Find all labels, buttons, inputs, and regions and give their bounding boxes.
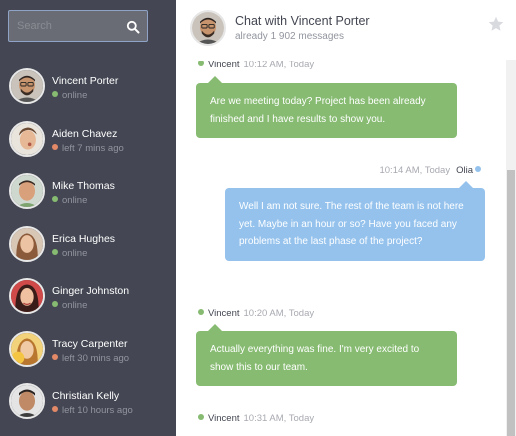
- message-bubble: Well I am not sure. The rest of the team…: [225, 181, 485, 261]
- message-author: Vincent: [208, 60, 240, 70]
- person-status: left 7 mins ago: [52, 143, 124, 154]
- person-item-ginger-johnston[interactable]: Ginger Johnston online: [0, 274, 176, 327]
- status-dot: [198, 309, 204, 315]
- status-dot: [52, 301, 58, 307]
- status-dot: [198, 61, 204, 66]
- search-box: [8, 10, 148, 42]
- status-dot: [52, 196, 58, 202]
- avatar: [9, 173, 45, 209]
- person-item-mike-thomas[interactable]: Mike Thomas online: [0, 169, 176, 222]
- message-meta: Vincent 10:12 AM, Today: [198, 60, 315, 70]
- chat-history: Vincent 10:12 AM, Today Are we meeting to…: [176, 60, 516, 436]
- message-time: 10:14 AM, Today: [379, 165, 451, 176]
- message-meta: 10:14 AM, Today Olia: [379, 165, 481, 176]
- message-bubble: Are we meeting today? Project has been a…: [196, 76, 457, 138]
- person-item-erica-hughes[interactable]: Erica Hughes online: [0, 222, 176, 275]
- scroll-thumb[interactable]: [507, 170, 515, 436]
- status-dot: [52, 143, 58, 150]
- chat-header: Chat with Vincent Porter already 1 902 m…: [176, 0, 516, 60]
- message-author: Vincent: [208, 308, 240, 319]
- message-bubble: Actually everything was fine. I'm very e…: [196, 324, 457, 386]
- avatar: [9, 68, 45, 104]
- person-name: Erica Hughes: [52, 232, 116, 245]
- status-text: left 10 hours ago: [62, 405, 133, 416]
- person-item-vincent-porter[interactable]: Vincent Porter online: [0, 64, 176, 117]
- person-status: online: [52, 90, 87, 101]
- person-status: left 10 hours ago: [52, 405, 133, 416]
- person-name: Christian Kelly: [52, 390, 120, 402]
- avatar: [190, 10, 226, 46]
- person-item-tracy-carpenter[interactable]: Tracy Carpenter left 30 mins ago: [0, 327, 176, 380]
- person-item-christian-kelly[interactable]: Christian Kelly left 10 hours ago: [0, 379, 176, 432]
- status-text: left 30 mins ago: [62, 352, 130, 364]
- person-status: left 30 mins ago: [52, 353, 129, 364]
- status-dot: [52, 91, 58, 97]
- status-text: online: [62, 195, 88, 206]
- person-name: Vincent Porter: [52, 75, 119, 87]
- message-author: Olia: [456, 165, 473, 176]
- avatar: [9, 225, 45, 262]
- people-list: Vincent Porter online Aiden Chavez left …: [0, 64, 176, 432]
- person-status: online: [52, 248, 87, 259]
- avatar: [9, 120, 45, 157]
- person-name: Tracy Carpenter: [52, 337, 128, 350]
- status-dot: [198, 414, 204, 420]
- status-dot: [52, 406, 58, 412]
- person-status: online: [52, 300, 87, 311]
- message-meta: Vincent 10:31 AM, Today: [198, 413, 314, 424]
- status-dot: [475, 166, 481, 172]
- chat-scrollbar[interactable]: [506, 60, 516, 436]
- chat-panel: Chat with Vincent Porter already 1 902 m…: [176, 0, 516, 436]
- message-time: 10:31 AM, Today: [243, 413, 315, 424]
- person-name: Aiden Chavez: [52, 127, 118, 140]
- person-item-aiden-chavez[interactable]: Aiden Chavez left 7 mins ago: [0, 117, 176, 170]
- people-sidebar: Vincent Porter online Aiden Chavez left …: [0, 0, 176, 436]
- message-meta: Vincent 10:20 AM, Today: [198, 308, 314, 319]
- person-name: Mike Thomas: [52, 180, 115, 192]
- avatar: [9, 330, 45, 367]
- person-status: online: [52, 195, 87, 206]
- message-author: Vincent: [208, 413, 240, 424]
- status-dot: [52, 353, 58, 360]
- status-text: online: [62, 90, 88, 101]
- star-icon[interactable]: [488, 16, 504, 32]
- message-count: already 1 902 messages: [235, 31, 344, 42]
- avatar: [9, 383, 45, 419]
- message-time: 10:12 AM, Today: [243, 60, 315, 70]
- status-text: online: [62, 300, 88, 311]
- status-dot: [52, 248, 58, 255]
- person-name: Ginger Johnston: [52, 285, 130, 297]
- status-text: online: [62, 247, 88, 259]
- search-icon[interactable]: [126, 20, 140, 34]
- status-text: left 7 mins ago: [62, 142, 124, 154]
- chat-title: Chat with Vincent Porter: [235, 14, 370, 28]
- message-time: 10:20 AM, Today: [243, 308, 315, 319]
- avatar: [9, 278, 45, 314]
